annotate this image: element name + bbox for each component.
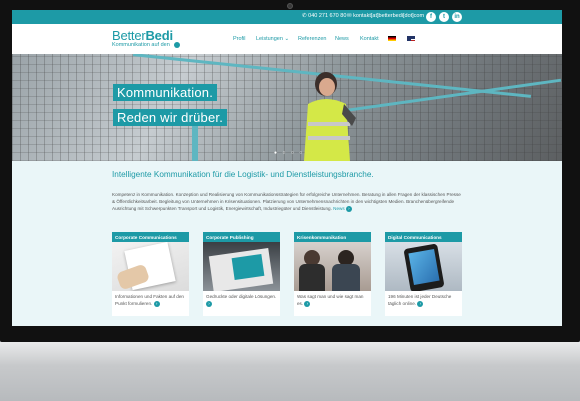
chevron-down-icon: ⌄: [284, 36, 290, 42]
card-title: Corporate Communications: [112, 232, 189, 242]
slider-dots[interactable]: ● ○ ○ ○: [274, 150, 304, 156]
nav-item-profil[interactable]: Profil: [233, 36, 246, 42]
intro-section: Intelligente Kommunikation für die Logis…: [112, 170, 462, 213]
nav-item-leistungen[interactable]: Leistungen ⌄: [256, 36, 289, 42]
card-text: Was sagt man und wie sagt man es. ›: [297, 294, 364, 307]
twitter-icon[interactable]: t: [439, 12, 449, 22]
top-contact-bar: ✆ 040 271 670 80 ✉ kontakt[at]betterbedi…: [12, 10, 562, 24]
hero-headline-1: Kommunikation.: [113, 84, 218, 101]
email-link[interactable]: ✉ kontakt[at]betterbedi[dot]com: [347, 13, 424, 19]
card-corporate-communications[interactable]: Corporate Communications Informationen u…: [112, 232, 189, 316]
linkedin-icon[interactable]: in: [452, 12, 462, 22]
card-digital-communications[interactable]: Digital Communications 196 Minuten ist j…: [385, 232, 462, 316]
card-corporate-publishing[interactable]: Corporate Publishing Gedruckte oder digi…: [203, 232, 280, 316]
card-krisenkommunikation[interactable]: Krisenkommunikation Was sagt man und wie…: [294, 232, 371, 316]
documents-image: [112, 242, 189, 291]
meeting-people-image: [294, 242, 371, 291]
flag-en-icon[interactable]: [407, 36, 415, 41]
card-text: 196 Minuten ist jeder Deutsche täglich o…: [388, 294, 452, 307]
arrow-right-icon: ›: [153, 300, 160, 307]
magazine-tablet-image: [203, 242, 280, 291]
nav-item-news[interactable]: News: [335, 36, 349, 42]
flag-de-icon[interactable]: [388, 36, 396, 41]
website-screen: ✆ 040 271 670 80 ✉ kontakt[at]betterbedi…: [12, 10, 562, 326]
nav-item-kontakt[interactable]: Kontakt: [360, 36, 379, 42]
monitor-frame: ✆ 040 271 670 80 ✉ kontakt[at]betterbedi…: [0, 0, 580, 342]
news-link[interactable]: News ›: [333, 205, 352, 212]
logo-dot: [174, 42, 180, 48]
card-title: Corporate Publishing: [203, 232, 280, 242]
arrow-right-icon: ›: [345, 205, 352, 212]
webcam-icon: [287, 3, 293, 9]
card-text: Informationen und Fakten auf den Punkt f…: [115, 294, 184, 307]
smartphone-image: [385, 242, 462, 291]
hero-person-image: [304, 72, 356, 161]
phone-number[interactable]: ✆ 040 271 670 80: [302, 13, 346, 19]
arrow-right-icon: ›: [206, 300, 212, 307]
nav-item-referenzen[interactable]: Referenzen: [298, 36, 326, 42]
hero-banner: Kommunikation. Reden wir drüber. ● ○ ○ ○: [12, 54, 562, 161]
desk-surface: [0, 342, 580, 401]
intro-paragraph: Kompetenz in Kommunikation. Konzeption u…: [112, 192, 461, 212]
arrow-right-icon: ›: [417, 300, 424, 307]
arrow-right-icon: ›: [304, 300, 311, 307]
card-text: Gedruckte oder digitale Lösungen. ›: [206, 294, 277, 307]
intro-headline: Intelligente Kommunikation für die Logis…: [112, 170, 374, 179]
hero-rail: [192, 124, 198, 161]
logo[interactable]: BetterBedi Kommunikation auf den: [112, 28, 180, 48]
hero-headline-2: Reden wir drüber.: [113, 109, 228, 126]
main-navigation: BetterBedi Kommunikation auf den Profil …: [12, 24, 562, 54]
card-title: Krisenkommunikation: [294, 232, 371, 242]
card-title: Digital Communications: [385, 232, 462, 242]
facebook-icon[interactable]: f: [426, 12, 436, 22]
